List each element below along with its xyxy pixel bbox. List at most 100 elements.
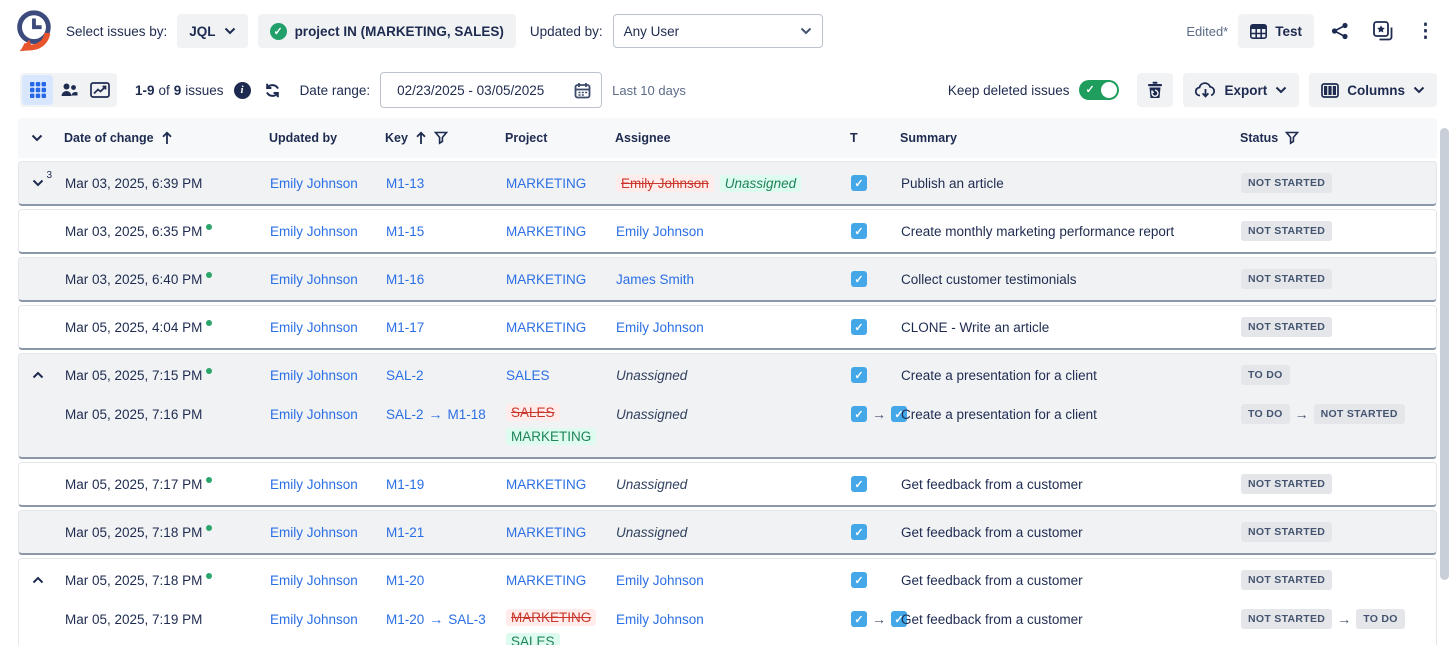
updated-by-link[interactable]: Emily Johnson [270, 368, 358, 383]
refresh-icon[interactable] [263, 81, 282, 100]
issue-key-new-link[interactable]: M1-18 [448, 407, 486, 422]
saved-views-button[interactable] [1366, 14, 1400, 48]
updated-by-select[interactable]: Any User [613, 14, 823, 48]
issue-key-link[interactable]: M1-19 [386, 477, 424, 492]
type-cell: ✓ [851, 221, 901, 241]
project-link[interactable]: MARKETING [506, 477, 586, 492]
assignee-link[interactable]: James Smith [616, 272, 694, 287]
issue-key-old-link[interactable]: SAL-2 [386, 407, 424, 422]
row-expand-toggle[interactable]: 3 [32, 179, 44, 187]
assignee-cell: Unassigned [616, 404, 851, 424]
table-row[interactable]: Mar 05, 2025, 7:18 PMEmily JohnsonM1-20M… [19, 559, 1436, 601]
project-link[interactable]: MARKETING [506, 320, 586, 335]
table-row[interactable]: Mar 05, 2025, 7:18 PM Emily Johnson M1-21 M… [19, 511, 1436, 553]
updated-by-link[interactable]: Emily Johnson [270, 176, 358, 191]
column-header-type[interactable]: T [850, 131, 900, 145]
key-cell: M1-21 [386, 522, 506, 542]
export-button[interactable]: Export [1183, 73, 1299, 107]
filter-funnel-icon[interactable] [1285, 131, 1299, 145]
sort-ascending-icon[interactable] [161, 131, 173, 145]
trash-button[interactable] [1137, 73, 1173, 107]
column-header-assignee[interactable]: Assignee [615, 131, 850, 145]
issue-key-link[interactable]: M1-17 [386, 320, 424, 335]
project-link[interactable]: MARKETING [506, 224, 586, 239]
task-type-icon: ✓ [851, 367, 867, 383]
updated-by-link[interactable]: Emily Johnson [270, 612, 358, 627]
jql-mode-dropdown[interactable]: JQL [177, 14, 247, 48]
table-row-group: Mar 03, 2025, 6:40 PMEmily JohnsonM1-16M… [18, 257, 1437, 302]
date-range-input[interactable]: 02/23/2025 - 03/05/2025 [380, 72, 602, 108]
column-header-project[interactable]: Project [505, 131, 615, 145]
table-row[interactable]: 3Mar 03, 2025, 6:39 PMEmily JohnsonM1-13… [19, 162, 1436, 204]
project-link[interactable]: MARKETING [506, 573, 586, 588]
column-header-date-of-change[interactable]: Date of change [64, 131, 269, 145]
chevron-down-icon [1413, 86, 1425, 94]
keep-deleted-toggle[interactable]: ✓ [1079, 80, 1119, 100]
table-header-row: Date of change Updated by Key Project As… [18, 118, 1437, 158]
table-row[interactable]: Mar 05, 2025, 7:19 PMEmily JohnsonM1-20→… [19, 601, 1436, 645]
filter-funnel-icon[interactable] [434, 131, 448, 145]
issue-key-link[interactable]: M1-15 [386, 224, 424, 239]
table-row[interactable]: Mar 03, 2025, 6:35 PMEmily JohnsonM1-15M… [19, 210, 1436, 252]
summary-text: Create a presentation for a client [901, 407, 1097, 422]
assignee-link[interactable]: Emily Johnson [616, 573, 704, 588]
vertical-scrollbar[interactable] [1440, 128, 1449, 580]
project-link[interactable]: MARKETING [506, 272, 586, 287]
table-row[interactable]: Mar 03, 2025, 6:40 PMEmily JohnsonM1-16M… [19, 258, 1436, 300]
grid-view-toggle[interactable] [22, 75, 53, 105]
column-header-status[interactable]: Status [1240, 131, 1437, 145]
table-row[interactable]: Mar 05, 2025, 7:15 PMEmily JohnsonSAL-2S… [19, 354, 1436, 396]
key-cell: M1-20 [386, 570, 506, 590]
column-header-updated-by[interactable]: Updated by [269, 131, 385, 145]
updated-by-link[interactable]: Emily Johnson [270, 224, 358, 239]
column-header-summary[interactable]: Summary [900, 131, 1240, 145]
issue-key-new-link[interactable]: SAL-3 [448, 612, 486, 627]
status-badge: NOT STARTED [1241, 522, 1332, 542]
issue-key-old-link[interactable]: M1-20 [386, 612, 424, 627]
date-of-change-cell: Mar 05, 2025, 7:18 PM [65, 522, 270, 542]
users-view-toggle[interactable] [53, 75, 84, 105]
new-change-dot [206, 573, 212, 579]
issue-key-link[interactable]: M1-21 [386, 525, 424, 540]
updated-by-link[interactable]: Emily Johnson [270, 525, 358, 540]
info-icon[interactable]: i [234, 82, 251, 99]
more-options-kebab-menu[interactable]: ⋮ [1410, 14, 1441, 48]
issue-key-link[interactable]: M1-20 [386, 573, 424, 588]
updated-by-link[interactable]: Emily Johnson [270, 573, 358, 588]
share-button[interactable] [1324, 14, 1356, 48]
view-name-button[interactable]: Test [1238, 14, 1314, 48]
date-of-change-cell: Mar 05, 2025, 7:19 PM [65, 609, 270, 629]
row-expand-toggle[interactable] [32, 576, 44, 584]
assignee-link[interactable]: Emily Johnson [616, 224, 704, 239]
project-link[interactable]: MARKETING [506, 525, 586, 540]
issue-key-link[interactable]: SAL-2 [386, 368, 424, 383]
type-cell: ✓ [851, 570, 901, 590]
issue-key-link[interactable]: M1-16 [386, 272, 424, 287]
expand-all-toggle[interactable] [18, 134, 64, 142]
columns-button[interactable]: Columns [1309, 73, 1437, 107]
chart-view-toggle[interactable] [84, 75, 115, 105]
sort-ascending-icon[interactable] [415, 131, 427, 145]
table-row[interactable]: Mar 05, 2025, 7:16 PMEmily JohnsonSAL-2→… [19, 396, 1436, 457]
updated-by-link[interactable]: Emily Johnson [270, 407, 358, 422]
assignee-link[interactable]: Emily Johnson [616, 320, 704, 335]
date-range-hint: Last 10 days [612, 83, 686, 98]
jql-filter-chip[interactable]: ✓ project IN (MARKETING, SALES) [258, 14, 516, 48]
project-cell: MARKETING [506, 570, 616, 590]
row-expand-toggle[interactable] [32, 371, 44, 379]
issue-key-link[interactable]: M1-13 [386, 176, 424, 191]
project-link[interactable]: MARKETING [506, 176, 586, 191]
updated-by-link[interactable]: Emily Johnson [270, 272, 358, 287]
date-range-value: 02/23/2025 - 03/05/2025 [397, 83, 544, 98]
summary-cell: Get feedback from a customer [901, 522, 1241, 542]
change-date: Mar 05, 2025, 7:18 PM [65, 525, 202, 540]
edited-indicator: Edited* [1186, 24, 1228, 39]
updated-by-link[interactable]: Emily Johnson [270, 477, 358, 492]
project-link[interactable]: SALES [506, 368, 550, 383]
column-header-key[interactable]: Key [385, 131, 505, 145]
updated-by-link[interactable]: Emily Johnson [270, 320, 358, 335]
assignee-link[interactable]: Emily Johnson [616, 612, 704, 627]
table-row[interactable]: Mar 05, 2025, 4:04 PMEmily JohnsonM1-17M… [19, 306, 1436, 348]
table-row[interactable]: Mar 05, 2025, 7:17 PMEmily JohnsonM1-19M… [19, 463, 1436, 505]
date-of-change-cell: Mar 05, 2025, 4:04 PM [65, 317, 270, 337]
